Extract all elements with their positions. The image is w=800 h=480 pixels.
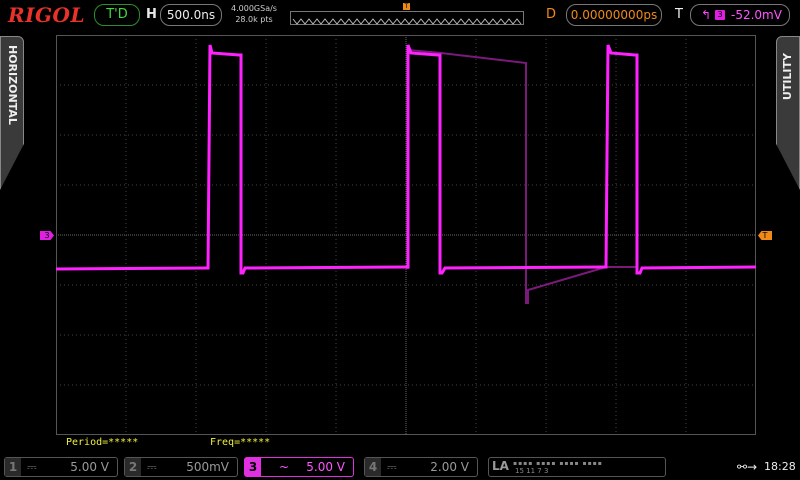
period-measurement: Period=***** bbox=[66, 437, 139, 448]
trigger-settings[interactable]: ↰ 3 -52.0mV bbox=[690, 4, 790, 26]
channel-1-scale: 5.00 V bbox=[70, 460, 109, 474]
la-label: LA bbox=[492, 459, 509, 473]
horizontal-tab-label: HORIZONTAL bbox=[6, 45, 19, 125]
dc-coupling-icon: ⎓ bbox=[387, 460, 397, 474]
utility-menu-tab[interactable]: UTILITY bbox=[776, 36, 800, 190]
channel-2-number: 2 bbox=[125, 458, 141, 476]
dc-coupling-icon: ⎓ bbox=[147, 460, 157, 474]
graticule bbox=[56, 35, 756, 435]
trigger-level-value: -52.0mV bbox=[731, 8, 782, 22]
logic-analyzer-button[interactable]: LA ▪▪▪▪ ▪▪▪▪ ▪▪▪▪ ▪▪▪▪ 15 11 7 3 bbox=[488, 457, 666, 477]
sample-rate: 4.000GSa/s bbox=[231, 4, 277, 13]
la-channel-indicators: ▪▪▪▪ ▪▪▪▪ ▪▪▪▪ ▪▪▪▪ bbox=[513, 460, 603, 467]
trigger-position-marker: T bbox=[403, 3, 410, 10]
delay-label: D bbox=[546, 7, 557, 22]
dc-coupling-icon: ⎓ bbox=[27, 460, 37, 474]
channel-3-number: 3 bbox=[245, 458, 261, 476]
memory-overview-waveform bbox=[292, 18, 522, 25]
la-channel-numbers: 15 11 7 3 bbox=[515, 467, 549, 475]
usb-icon: ⚯→ bbox=[737, 460, 758, 474]
channel-4-number: 4 bbox=[365, 458, 381, 476]
rising-edge-icon: ↰ bbox=[701, 8, 712, 22]
acquisition-info: 4.000GSa/s 28.0k pts bbox=[228, 3, 280, 25]
utility-tab-label: UTILITY bbox=[781, 53, 794, 101]
trigger-level-marker[interactable]: T bbox=[758, 231, 772, 240]
channel-1-button[interactable]: 1 ⎓ 5.00 V bbox=[4, 457, 118, 477]
horizontal-label: H bbox=[146, 7, 157, 22]
ac-coupling-icon: ~ bbox=[279, 460, 290, 474]
trigger-source-badge: 3 bbox=[715, 10, 725, 20]
horizontal-menu-tab[interactable]: HORIZONTAL bbox=[0, 36, 24, 190]
delay-value[interactable]: 0.00000000ps bbox=[566, 4, 662, 26]
system-clock: 18:28 bbox=[764, 460, 796, 473]
waveform-display[interactable] bbox=[56, 35, 756, 435]
channel-3-button[interactable]: 3 ~ 5.00 V bbox=[244, 457, 354, 477]
channel-2-scale: 500mV bbox=[186, 460, 229, 474]
ch3-ground-marker[interactable]: 3 bbox=[40, 231, 54, 240]
run-status-badge[interactable]: T'D bbox=[94, 4, 140, 26]
timebase-value[interactable]: 500.0ns bbox=[160, 4, 222, 26]
brand-logo: RIGOL bbox=[8, 3, 86, 27]
channel-2-button[interactable]: 2 ⎓ 500mV bbox=[124, 457, 238, 477]
channel-3-scale: 5.00 V bbox=[306, 460, 345, 474]
channel-1-number: 1 bbox=[5, 458, 21, 476]
trigger-label: T bbox=[675, 7, 683, 22]
channel-4-scale: 2.00 V bbox=[430, 460, 469, 474]
top-status-bar: RIGOL T'D H 500.0ns 4.000GSa/s 28.0k pts… bbox=[0, 0, 800, 30]
channel-status-bar: 1 ⎓ 5.00 V 2 ⎓ 500mV 3 ~ 5.00 V 4 ⎓ 2.00… bbox=[0, 453, 800, 480]
memory-depth: 28.0k pts bbox=[235, 15, 273, 24]
memory-overview-bar bbox=[290, 11, 524, 25]
channel-4-button[interactable]: 4 ⎓ 2.00 V bbox=[364, 457, 478, 477]
freq-measurement: Freq=***** bbox=[210, 437, 271, 448]
